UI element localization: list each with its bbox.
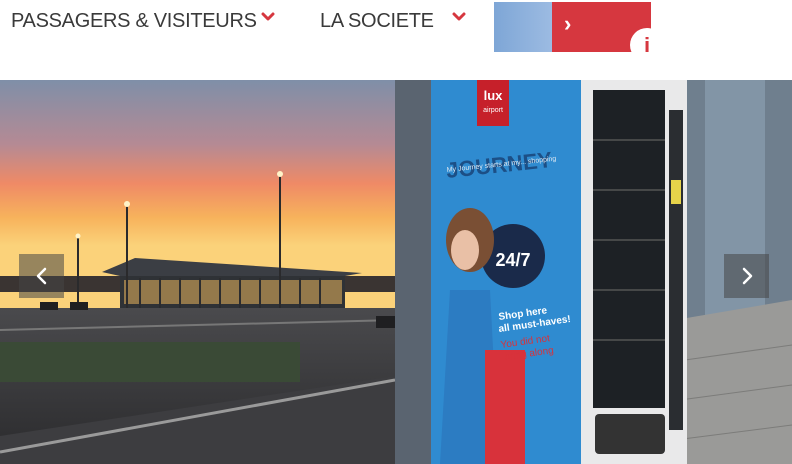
nav-item-label: PASSAGERS & VISITEURS xyxy=(11,9,257,32)
carousel-prev-button[interactable] xyxy=(19,254,64,298)
chevron-left-icon xyxy=(36,267,46,285)
chevron-down-icon[interactable] xyxy=(452,12,466,22)
badge-text: 24/7 xyxy=(495,250,530,270)
nav-item-la-societe[interactable]: LA SOCIETE xyxy=(320,8,434,34)
chevron-right-icon xyxy=(742,267,752,285)
nav-item-passengers-visitors[interactable]: PASSAGERS & VISITEURS xyxy=(11,8,257,34)
top-navigation: PASSAGERS & VISITEURS LA SOCIETE › i xyxy=(0,0,792,80)
brand-logo-subtext: airport xyxy=(483,107,503,114)
promo-image xyxy=(494,2,552,52)
image-carousel: lux airport JOURNEY My Journey starts at… xyxy=(0,80,792,464)
brand-logo-text: lux xyxy=(484,88,504,103)
chevron-right-icon: › xyxy=(564,11,572,36)
promo-banner[interactable]: › i xyxy=(494,2,651,52)
carousel-next-button[interactable] xyxy=(724,254,769,298)
chevron-down-icon[interactable] xyxy=(261,12,275,22)
nav-item-label: LA SOCIETE xyxy=(320,9,434,32)
